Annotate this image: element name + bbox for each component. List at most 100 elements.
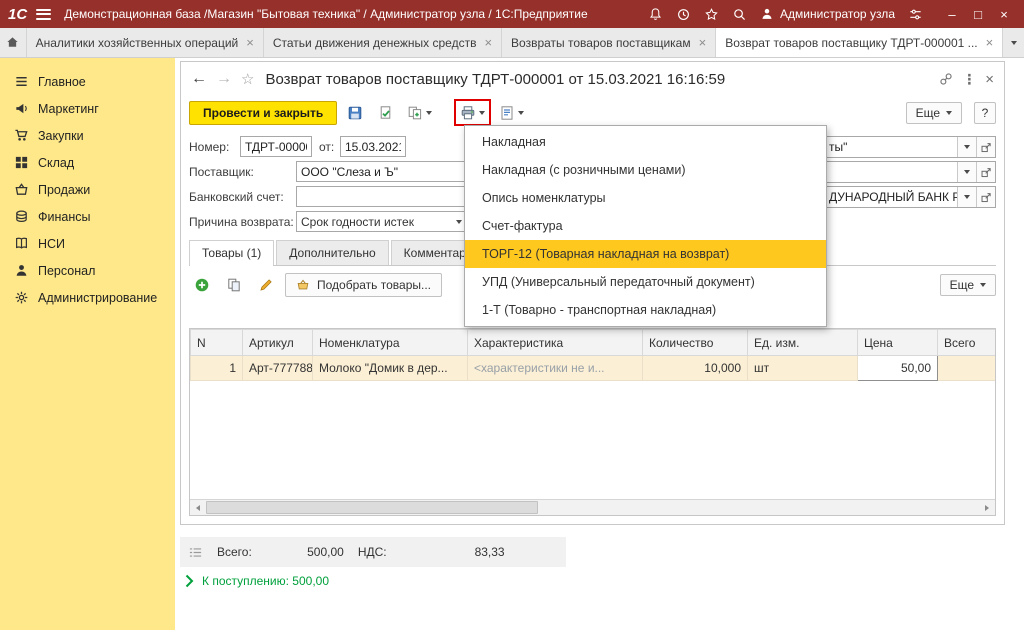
tab-close-icon[interactable]: × bbox=[699, 36, 707, 49]
print-menu-item-upd[interactable]: УПД (Универсальный передаточный документ… bbox=[465, 268, 826, 296]
more-commands-icon[interactable]: ⋮ bbox=[962, 71, 976, 88]
print-menu-item-1t[interactable]: 1-Т (Товарно - транспортная накладная) bbox=[465, 296, 826, 324]
print-button[interactable] bbox=[454, 99, 491, 126]
one-c-logo: 1С bbox=[8, 6, 27, 23]
sidebar-item-finance[interactable]: Финансы bbox=[0, 203, 175, 230]
cell-price[interactable]: 50,00 bbox=[858, 356, 938, 381]
scroll-right-icon[interactable] bbox=[979, 500, 995, 515]
cell-characteristic[interactable]: <характеристики не и... bbox=[468, 356, 643, 381]
total-label: Всего: bbox=[217, 545, 252, 559]
sidebar-item-main[interactable]: Главное bbox=[0, 68, 175, 95]
col-n[interactable]: N bbox=[191, 330, 243, 356]
save-button[interactable] bbox=[342, 101, 368, 125]
reason-input[interactable]: Срок годности истек bbox=[296, 211, 468, 232]
dropdown-icon[interactable] bbox=[957, 162, 976, 182]
tab-close-icon[interactable]: × bbox=[986, 36, 994, 49]
post-and-close-button[interactable]: Провести и закрыть bbox=[189, 101, 337, 125]
sidebar-item-personnel[interactable]: Персонал bbox=[0, 257, 175, 284]
tab-close-icon[interactable]: × bbox=[246, 36, 254, 49]
list-icon[interactable] bbox=[188, 545, 203, 560]
sidebar-item-nsi[interactable]: НСИ bbox=[0, 230, 175, 257]
dropdown-icon[interactable] bbox=[957, 187, 976, 207]
tab-close-icon[interactable]: × bbox=[484, 36, 492, 49]
current-user-button[interactable]: Администратор узла bbox=[760, 7, 895, 21]
back-button[interactable]: ← bbox=[191, 71, 207, 87]
notifications-bell-icon[interactable] bbox=[648, 7, 663, 22]
more-button[interactable]: Еще bbox=[906, 102, 962, 124]
close-window-button[interactable]: × bbox=[992, 4, 1016, 24]
cell-total[interactable] bbox=[938, 356, 996, 381]
open-icon[interactable] bbox=[976, 162, 995, 182]
cell-unit[interactable]: шт bbox=[748, 356, 858, 381]
search-icon[interactable] bbox=[732, 7, 747, 22]
settings-sliders-icon[interactable] bbox=[908, 7, 923, 22]
number-input[interactable] bbox=[240, 136, 312, 157]
sidebar-item-administration[interactable]: Администрирование bbox=[0, 284, 175, 311]
tab-returns-list[interactable]: Возвраты товаров поставщикам × bbox=[502, 28, 716, 57]
tab-analytics[interactable]: Аналитики хозяйственных операций × bbox=[27, 28, 264, 57]
open-icon[interactable] bbox=[976, 187, 995, 207]
print-menu-item-nakladnaya[interactable]: Накладная bbox=[465, 128, 826, 156]
col-article[interactable]: Артикул bbox=[243, 330, 313, 356]
add-row-button[interactable] bbox=[189, 273, 215, 297]
items-more-button[interactable]: Еще bbox=[940, 274, 996, 296]
post-button[interactable] bbox=[373, 101, 399, 125]
get-link-icon[interactable] bbox=[939, 72, 953, 86]
dropdown-icon[interactable] bbox=[957, 137, 976, 157]
copy-row-button[interactable] bbox=[221, 273, 247, 297]
minimize-button[interactable]: – bbox=[940, 4, 964, 24]
favorite-star-icon[interactable]: ☆ bbox=[241, 70, 254, 88]
favorites-star-icon[interactable] bbox=[704, 7, 719, 22]
tab-return-document[interactable]: Возврат товаров поставщику ТДРТ-000001 .… bbox=[716, 28, 1003, 57]
cell-article[interactable]: Арт-777788 bbox=[243, 356, 313, 381]
main-menu-icon[interactable] bbox=[36, 7, 51, 22]
sections-panel: Главное Маркетинг Закупки Склад Продажи … bbox=[0, 58, 175, 630]
sidebar-item-marketing[interactable]: Маркетинг bbox=[0, 95, 175, 122]
sidebar-item-purchases[interactable]: Закупки bbox=[0, 122, 175, 149]
col-characteristic[interactable]: Характеристика bbox=[468, 330, 643, 356]
print-menu-item-opis[interactable]: Опись номенклатуры bbox=[465, 184, 826, 212]
scroll-left-icon[interactable] bbox=[190, 500, 206, 515]
edit-row-button[interactable] bbox=[253, 273, 279, 297]
total-value: 500,00 bbox=[252, 545, 344, 559]
basket-icon bbox=[14, 182, 29, 197]
pick-goods-button[interactable]: Подобрать товары... bbox=[285, 273, 442, 297]
scroll-thumb[interactable] bbox=[206, 501, 538, 514]
sidebar-item-warehouse[interactable]: Склад bbox=[0, 149, 175, 176]
tab-additional[interactable]: Дополнительно bbox=[276, 240, 388, 265]
print-menu-item-nakladnaya-retail[interactable]: Накладная (с розничными ценами) bbox=[465, 156, 826, 184]
receipt-link[interactable]: К поступлению: 500,00 bbox=[185, 574, 329, 588]
col-price[interactable]: Цена bbox=[858, 330, 938, 356]
reports-button[interactable] bbox=[496, 101, 527, 125]
create-based-on-button[interactable] bbox=[404, 101, 435, 125]
tabs-overflow-icon[interactable] bbox=[1003, 28, 1024, 57]
print-menu-item-schet-faktura[interactable]: Счет-фактура bbox=[465, 212, 826, 240]
forward-button[interactable]: → bbox=[216, 71, 232, 87]
cell-nomenclature[interactable]: Молоко "Домик в дер... bbox=[313, 356, 468, 381]
tab-label: Возврат товаров поставщику ТДРТ-000001 .… bbox=[725, 36, 977, 50]
open-icon[interactable] bbox=[976, 137, 995, 157]
sidebar-item-sales[interactable]: Продажи bbox=[0, 176, 175, 203]
supplier-input[interactable] bbox=[296, 161, 468, 182]
history-icon[interactable] bbox=[676, 7, 691, 22]
horizontal-scrollbar[interactable] bbox=[190, 499, 995, 515]
print-menu-item-torg12[interactable]: ТОРГ-12 (Товарная накладная на возврат) bbox=[465, 240, 826, 268]
cell-n[interactable]: 1 bbox=[191, 356, 243, 381]
tab-cash-flow-items[interactable]: Статьи движения денежных средств × bbox=[264, 28, 502, 57]
maximize-button[interactable]: □ bbox=[966, 4, 990, 24]
megaphone-icon bbox=[14, 101, 29, 116]
cell-quantity[interactable]: 10,000 bbox=[643, 356, 748, 381]
table-row[interactable]: 1 Арт-777788 Молоко "Домик в дер... <хар… bbox=[191, 356, 996, 381]
home-tab[interactable] bbox=[0, 28, 27, 57]
bank-account-input[interactable] bbox=[296, 186, 468, 207]
col-unit[interactable]: Ед. изм. bbox=[748, 330, 858, 356]
col-nomenclature[interactable]: Номенклатура bbox=[313, 330, 468, 356]
close-document-icon[interactable]: × bbox=[985, 71, 994, 88]
application-window: 1С Демонстрационная база /Магазин "Бытов… bbox=[0, 0, 1024, 630]
col-total[interactable]: Всего bbox=[938, 330, 996, 356]
col-quantity[interactable]: Количество bbox=[643, 330, 748, 356]
tab-goods[interactable]: Товары (1) bbox=[189, 240, 274, 265]
bank-account-label: Банковский счет: bbox=[189, 190, 296, 204]
date-input[interactable] bbox=[340, 136, 406, 157]
help-button[interactable]: ? bbox=[974, 102, 996, 124]
